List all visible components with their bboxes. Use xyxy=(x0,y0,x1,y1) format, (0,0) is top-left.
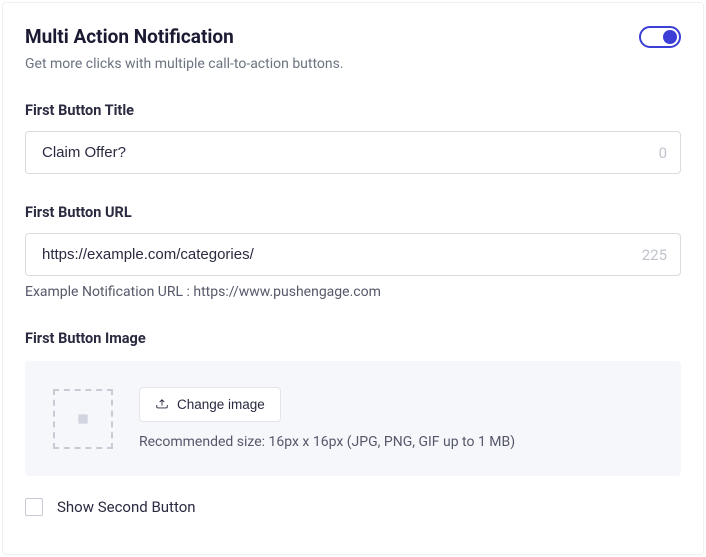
image-recommendation: Recommended size: 16px x 16px (JPG, PNG,… xyxy=(139,434,515,450)
show-second-button-row: Show Second Button xyxy=(25,498,681,516)
first-button-title-group: First Button Title 0 xyxy=(25,102,681,174)
show-second-button-checkbox[interactable] xyxy=(25,498,43,516)
enable-toggle[interactable] xyxy=(639,26,681,48)
first-button-url-counter: 225 xyxy=(642,246,667,264)
first-button-image-label: First Button Image xyxy=(25,330,681,347)
first-button-url-label: First Button URL xyxy=(25,204,681,221)
first-button-image-group: First Button Image Change image Recommen… xyxy=(25,330,681,476)
first-button-url-helper: Example Notification URL : https://www.p… xyxy=(25,284,681,300)
first-button-title-label: First Button Title xyxy=(25,102,681,119)
change-image-label: Change image xyxy=(177,397,265,412)
image-icon xyxy=(76,412,90,426)
toggle-knob-icon xyxy=(663,30,677,44)
first-button-url-wrap: 225 xyxy=(25,233,681,276)
first-button-title-wrap: 0 xyxy=(25,131,681,174)
show-second-button-label: Show Second Button xyxy=(57,498,196,516)
image-controls: Change image Recommended size: 16px x 16… xyxy=(139,387,515,450)
first-button-title-counter: 0 xyxy=(659,144,667,162)
first-button-title-input[interactable] xyxy=(25,131,681,174)
change-image-button[interactable]: Change image xyxy=(139,387,281,422)
panel-subtitle: Get more clicks with multiple call-to-ac… xyxy=(25,56,681,72)
multi-action-notification-panel: Multi Action Notification Get more click… xyxy=(2,2,704,555)
image-placeholder[interactable] xyxy=(53,389,113,449)
panel-header: Multi Action Notification xyxy=(25,25,681,48)
first-button-url-input[interactable] xyxy=(25,233,681,276)
image-upload-box: Change image Recommended size: 16px x 16… xyxy=(25,361,681,476)
first-button-url-group: First Button URL 225 Example Notificatio… xyxy=(25,204,681,300)
panel-title: Multi Action Notification xyxy=(25,25,234,48)
upload-icon xyxy=(155,398,169,412)
